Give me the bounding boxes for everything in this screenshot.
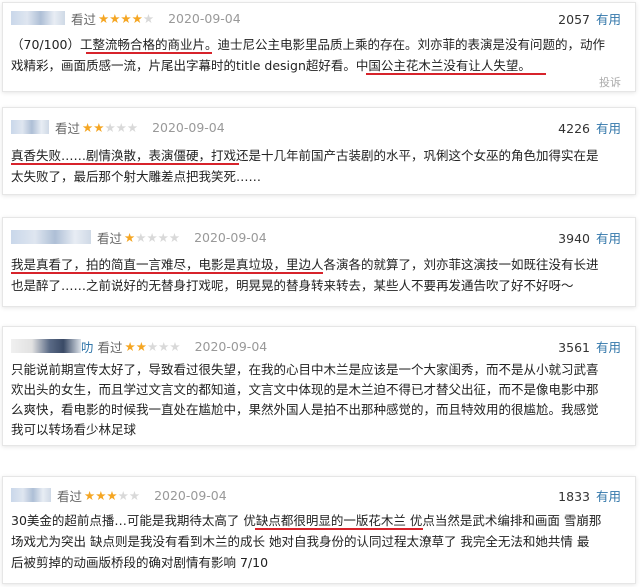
vote-count: 2057 有用 (558, 9, 621, 28)
rating-label: 看过 (71, 11, 97, 27)
useful-button[interactable]: 有用 (596, 121, 621, 136)
review-header: 看过 ★★★★★ 2020-09-04 (11, 118, 225, 136)
star-rating: ★★★★★ (84, 487, 141, 503)
review-date: 2020-09-04 (194, 338, 268, 354)
vote-number: 4226 (558, 121, 590, 136)
review-date: 2020-09-04 (154, 487, 227, 503)
vote-number: 1833 (558, 489, 590, 504)
report-link[interactable]: 投诉 (599, 74, 621, 90)
review-text: 30美金的超前点播…可能是我期待太高了 优缺点都很明显的一版花木兰 优点当然是武… (11, 510, 627, 573)
review-header: 叻 看过 ★★★★★ 2020-09-04 (11, 337, 267, 355)
review-header: 看过 ★★★★★ 2020-09-04 (11, 228, 267, 246)
username-suffix[interactable]: 叻 (81, 337, 94, 356)
review-text: 真香失败……剧情涣散，表演僵硬，打戏还是十几年前国产古装剧的水平，巩俐这个女巫的… (11, 145, 627, 187)
vote-count: 3940 有用 (558, 228, 621, 247)
rating-label: 看过 (97, 339, 123, 355)
rating-label: 看过 (97, 230, 123, 246)
review-line: 真香失败……剧情涣散，表演僵硬，打戏还是十几年前国产古装剧的水平，巩俐这个女巫的… (11, 145, 627, 166)
vote-count: 1833 有用 (558, 486, 621, 505)
review-text: （70/100）工整流畅合格的商业片。迪士尼公主电影里品质上乘的存在。刘亦菲的表… (11, 34, 627, 76)
star-rating: ★★★★★ (98, 10, 155, 26)
avatar[interactable] (11, 120, 49, 134)
star-rating: ★★★★★ (82, 119, 139, 135)
review-line: 么爽快，看电影的时候我一直处在尴尬中，果然外国人是拍不出那种感觉的，而且特效用的… (11, 402, 599, 417)
vote-number: 3561 (558, 340, 590, 355)
vote-count: 3561 有用 (558, 337, 621, 356)
review-card: 看过 ★★★★★ 2020-09-04 1833 有用 30美金的超前点播…可能是… (2, 476, 636, 584)
review-line: 我是真看了，拍的简直一言难尽，电影是真垃圾，里边人各演各的就算了，刘亦菲这演技一… (11, 254, 627, 275)
avatar[interactable] (11, 230, 91, 244)
rating-label: 看过 (55, 120, 81, 136)
review-line: 欢出头的女生，而且学过文言文的都知道，文言文中体现的是木兰迫不得已才替父出征，而… (11, 382, 599, 397)
review-text: 我是真看了，拍的简直一言难尽，电影是真垃圾，里边人各演各的就算了，刘亦菲这演技一… (11, 254, 627, 296)
review-line: 戏精彩，画面质感一流，片尾出字幕时的title design超好看。中国公主花木… (11, 55, 627, 76)
vote-number: 2057 (558, 12, 590, 27)
review-header: 看过 ★★★★★ 2020-09-04 (11, 9, 241, 27)
star-rating: ★★★★★ (124, 338, 181, 354)
review-date: 2020-09-04 (152, 119, 225, 135)
review-line: 30美金的超前点播…可能是我期待太高了 优缺点都很明显的一版花木兰 优点当然是武… (11, 510, 627, 531)
review-card: 看过 ★★★★★ 2020-09-04 4226 有用 真香失败……剧情涣散，表演… (2, 107, 636, 195)
useful-button[interactable]: 有用 (596, 12, 621, 27)
review-date: 2020-09-04 (168, 10, 241, 26)
avatar[interactable] (11, 339, 81, 353)
review-date: 2020-09-04 (194, 229, 267, 245)
review-line: （70/100）工整流畅合格的商业片。迪士尼公主电影里品质上乘的存在。刘亦菲的表… (11, 34, 627, 55)
review-text: 只能说前期宣传太好了，导致看过很失望，在我的心目中木兰是应该是一个大家闺秀，而不… (11, 360, 627, 440)
avatar[interactable] (11, 11, 65, 25)
review-card: 叻 看过 ★★★★★ 2020-09-04 3561 有用 只能说前期宣传太好了，… (2, 326, 636, 446)
review-line: 我可以转场看少林足球 (11, 422, 137, 437)
star-rating: ★★★★★ (124, 229, 181, 245)
useful-button[interactable]: 有用 (596, 231, 621, 246)
review-line: 太失败了，最后那个射大雕差点把我笑死…… (11, 169, 262, 184)
review-card: 看过 ★★★★★ 2020-09-04 2057 有用 （70/100）工整流畅合… (2, 2, 636, 92)
review-line: 也是醉了……之前说好的无替身打戏呢，明晃晃的替身转来转去，某些人不要再发通告吹了… (11, 278, 574, 293)
review-line: 后被剪掉的动画版桥段的确对剧情有影响 7/10 (11, 555, 269, 570)
vote-number: 3940 (558, 231, 590, 246)
review-line: 只能说前期宣传太好了，导致看过很失望，在我的心目中木兰是应该是一个大家闺秀，而不… (11, 362, 599, 377)
review-header: 看过 ★★★★★ 2020-09-04 (11, 486, 227, 504)
review-card: 看过 ★★★★★ 2020-09-04 3940 有用 我是真看了，拍的简直一言难… (2, 217, 636, 307)
rating-label: 看过 (57, 488, 83, 504)
useful-button[interactable]: 有用 (596, 340, 621, 355)
avatar[interactable] (11, 488, 51, 502)
review-line: 场戏尤为突出 缺点则是我没有看到木兰的成长 她对自我身份的认同过程太潦草了 我完… (11, 534, 590, 549)
useful-button[interactable]: 有用 (596, 489, 621, 504)
vote-count: 4226 有用 (558, 118, 621, 137)
